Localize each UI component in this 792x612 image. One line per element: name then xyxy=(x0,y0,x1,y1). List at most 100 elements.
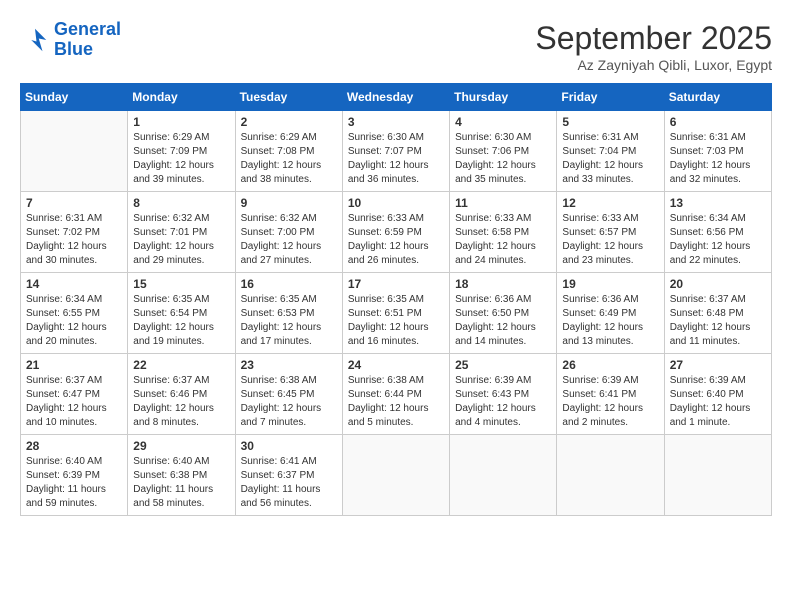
day-number: 4 xyxy=(455,115,551,129)
day-number: 5 xyxy=(562,115,658,129)
calendar-cell: 3 Sunrise: 6:30 AM Sunset: 7:07 PM Daylig… xyxy=(342,111,449,192)
calendar-cell: 30Sunrise: 6:41 AM Sunset: 6:37 PM Dayli… xyxy=(235,435,342,516)
calendar-cell: 15 Sunrise: 6:35 AM Sunset: 6:54 PM Dayli… xyxy=(128,273,235,354)
day-info: Sunrise: 6:32 AM Sunset: 7:00 PM Dayligh… xyxy=(241,212,337,268)
calendar-cell: 12 Sunrise: 6:33 AM Sunset: 6:57 PM Dayli… xyxy=(557,192,664,273)
day-info: Sunrise: 6:39 AM Sunset: 6:41 PM Dayligh… xyxy=(562,374,658,430)
day-number: 9 xyxy=(241,196,337,210)
calendar-cell xyxy=(21,111,128,192)
calendar-cell: 17 Sunrise: 6:35 AM Sunset: 6:51 PM Dayli… xyxy=(342,273,449,354)
day-number: 29 xyxy=(133,439,229,453)
calendar-cell: 16 Sunrise: 6:35 AM Sunset: 6:53 PM Dayli… xyxy=(235,273,342,354)
day-info: Sunrise: 6:34 AM Sunset: 6:56 PM Dayligh… xyxy=(670,212,766,268)
day-info: Sunrise: 6:30 AM Sunset: 7:07 PM Dayligh… xyxy=(348,131,444,187)
calendar-cell: 11Sunrise: 6:33 AM Sunset: 6:58 PM Dayli… xyxy=(450,192,557,273)
day-info: Sunrise: 6:38 AM Sunset: 6:44 PM Dayligh… xyxy=(348,374,444,430)
calendar-cell: 23 Sunrise: 6:38 AM Sunset: 6:45 PM Dayli… xyxy=(235,354,342,435)
day-info: Sunrise: 6:33 AM Sunset: 6:59 PM Dayligh… xyxy=(348,212,444,268)
day-number: 21 xyxy=(26,358,122,372)
calendar-cell: 19 Sunrise: 6:36 AM Sunset: 6:49 PM Dayli… xyxy=(557,273,664,354)
calendar-cell: 28 Sunrise: 6:40 AM Sunset: 6:39 PM Dayli… xyxy=(21,435,128,516)
day-number: 25 xyxy=(455,358,551,372)
day-number: 13 xyxy=(670,196,766,210)
calendar-cell: 1 Sunrise: 6:29 AM Sunset: 7:09 PM Daylig… xyxy=(128,111,235,192)
day-number: 19 xyxy=(562,277,658,291)
calendar-cell: 22 Sunrise: 6:37 AM Sunset: 6:46 PM Dayli… xyxy=(128,354,235,435)
day-number: 22 xyxy=(133,358,229,372)
day-number: 14 xyxy=(26,277,122,291)
logo-bird-icon xyxy=(20,25,50,55)
calendar-cell: 6 Sunrise: 6:31 AM Sunset: 7:03 PM Daylig… xyxy=(664,111,771,192)
day-number: 16 xyxy=(241,277,337,291)
day-info: Sunrise: 6:37 AM Sunset: 6:48 PM Dayligh… xyxy=(670,293,766,349)
calendar-cell: 20 Sunrise: 6:37 AM Sunset: 6:48 PM Dayli… xyxy=(664,273,771,354)
calendar-cell: 29 Sunrise: 6:40 AM Sunset: 6:38 PM Dayli… xyxy=(128,435,235,516)
day-number: 15 xyxy=(133,277,229,291)
calendar-cell xyxy=(664,435,771,516)
calendar-cell: 21Sunrise: 6:37 AM Sunset: 6:47 PM Dayli… xyxy=(21,354,128,435)
day-info: Sunrise: 6:35 AM Sunset: 6:51 PM Dayligh… xyxy=(348,293,444,349)
day-info: Sunrise: 6:37 AM Sunset: 6:46 PM Dayligh… xyxy=(133,374,229,430)
calendar-cell: 24 Sunrise: 6:38 AM Sunset: 6:44 PM Dayli… xyxy=(342,354,449,435)
day-number: 23 xyxy=(241,358,337,372)
day-info: Sunrise: 6:35 AM Sunset: 6:54 PM Dayligh… xyxy=(133,293,229,349)
calendar-cell: 4 Sunrise: 6:30 AM Sunset: 7:06 PM Daylig… xyxy=(450,111,557,192)
calendar-cell: 2Sunrise: 6:29 AM Sunset: 7:08 PM Daylig… xyxy=(235,111,342,192)
calendar-cell: 26Sunrise: 6:39 AM Sunset: 6:41 PM Dayli… xyxy=(557,354,664,435)
logo: General Blue xyxy=(20,20,121,60)
day-info: Sunrise: 6:34 AM Sunset: 6:55 PM Dayligh… xyxy=(26,293,122,349)
day-info: Sunrise: 6:31 AM Sunset: 7:02 PM Dayligh… xyxy=(26,212,122,268)
day-info: Sunrise: 6:39 AM Sunset: 6:43 PM Dayligh… xyxy=(455,374,551,430)
day-info: Sunrise: 6:31 AM Sunset: 7:03 PM Dayligh… xyxy=(670,131,766,187)
day-info: Sunrise: 6:41 AM Sunset: 6:37 PM Dayligh… xyxy=(241,455,337,511)
logo-text: General Blue xyxy=(54,20,121,60)
col-header-wednesday: Wednesday xyxy=(342,84,449,111)
day-number: 12 xyxy=(562,196,658,210)
day-number: 18 xyxy=(455,277,551,291)
calendar-cell xyxy=(450,435,557,516)
col-header-thursday: Thursday xyxy=(450,84,557,111)
day-number: 1 xyxy=(133,115,229,129)
calendar-cell xyxy=(557,435,664,516)
day-info: Sunrise: 6:29 AM Sunset: 7:09 PM Dayligh… xyxy=(133,131,229,187)
day-number: 7 xyxy=(26,196,122,210)
day-info: Sunrise: 6:30 AM Sunset: 7:06 PM Dayligh… xyxy=(455,131,551,187)
day-number: 28 xyxy=(26,439,122,453)
day-number: 2 xyxy=(241,115,337,129)
day-info: Sunrise: 6:31 AM Sunset: 7:04 PM Dayligh… xyxy=(562,131,658,187)
day-info: Sunrise: 6:32 AM Sunset: 7:01 PM Dayligh… xyxy=(133,212,229,268)
day-number: 24 xyxy=(348,358,444,372)
col-header-sunday: Sunday xyxy=(21,84,128,111)
col-header-friday: Friday xyxy=(557,84,664,111)
day-info: Sunrise: 6:40 AM Sunset: 6:39 PM Dayligh… xyxy=(26,455,122,511)
day-info: Sunrise: 6:40 AM Sunset: 6:38 PM Dayligh… xyxy=(133,455,229,511)
day-number: 20 xyxy=(670,277,766,291)
calendar-cell: 27 Sunrise: 6:39 AM Sunset: 6:40 PM Dayli… xyxy=(664,354,771,435)
title-section: September 2025 Az Zayniyah Qibli, Luxor,… xyxy=(535,20,772,73)
calendar-cell: 7 Sunrise: 6:31 AM Sunset: 7:02 PM Daylig… xyxy=(21,192,128,273)
day-number: 11 xyxy=(455,196,551,210)
day-number: 6 xyxy=(670,115,766,129)
day-number: 17 xyxy=(348,277,444,291)
col-header-tuesday: Tuesday xyxy=(235,84,342,111)
day-info: Sunrise: 6:36 AM Sunset: 6:50 PM Dayligh… xyxy=(455,293,551,349)
day-info: Sunrise: 6:35 AM Sunset: 6:53 PM Dayligh… xyxy=(241,293,337,349)
calendar-cell xyxy=(342,435,449,516)
col-header-saturday: Saturday xyxy=(664,84,771,111)
col-header-monday: Monday xyxy=(128,84,235,111)
calendar-cell: 14 Sunrise: 6:34 AM Sunset: 6:55 PM Dayli… xyxy=(21,273,128,354)
calendar-cell: 25 Sunrise: 6:39 AM Sunset: 6:43 PM Dayli… xyxy=(450,354,557,435)
location-subtitle: Az Zayniyah Qibli, Luxor, Egypt xyxy=(535,57,772,73)
day-number: 3 xyxy=(348,115,444,129)
day-info: Sunrise: 6:33 AM Sunset: 6:57 PM Dayligh… xyxy=(562,212,658,268)
calendar-table: SundayMondayTuesdayWednesdayThursdayFrid… xyxy=(20,83,772,516)
calendar-cell: 18 Sunrise: 6:36 AM Sunset: 6:50 PM Dayli… xyxy=(450,273,557,354)
day-info: Sunrise: 6:36 AM Sunset: 6:49 PM Dayligh… xyxy=(562,293,658,349)
calendar-cell: 10Sunrise: 6:33 AM Sunset: 6:59 PM Dayli… xyxy=(342,192,449,273)
calendar-cell: 5 Sunrise: 6:31 AM Sunset: 7:04 PM Daylig… xyxy=(557,111,664,192)
day-number: 27 xyxy=(670,358,766,372)
day-info: Sunrise: 6:38 AM Sunset: 6:45 PM Dayligh… xyxy=(241,374,337,430)
day-info: Sunrise: 6:39 AM Sunset: 6:40 PM Dayligh… xyxy=(670,374,766,430)
day-number: 8 xyxy=(133,196,229,210)
calendar-cell: 9 Sunrise: 6:32 AM Sunset: 7:00 PM Daylig… xyxy=(235,192,342,273)
